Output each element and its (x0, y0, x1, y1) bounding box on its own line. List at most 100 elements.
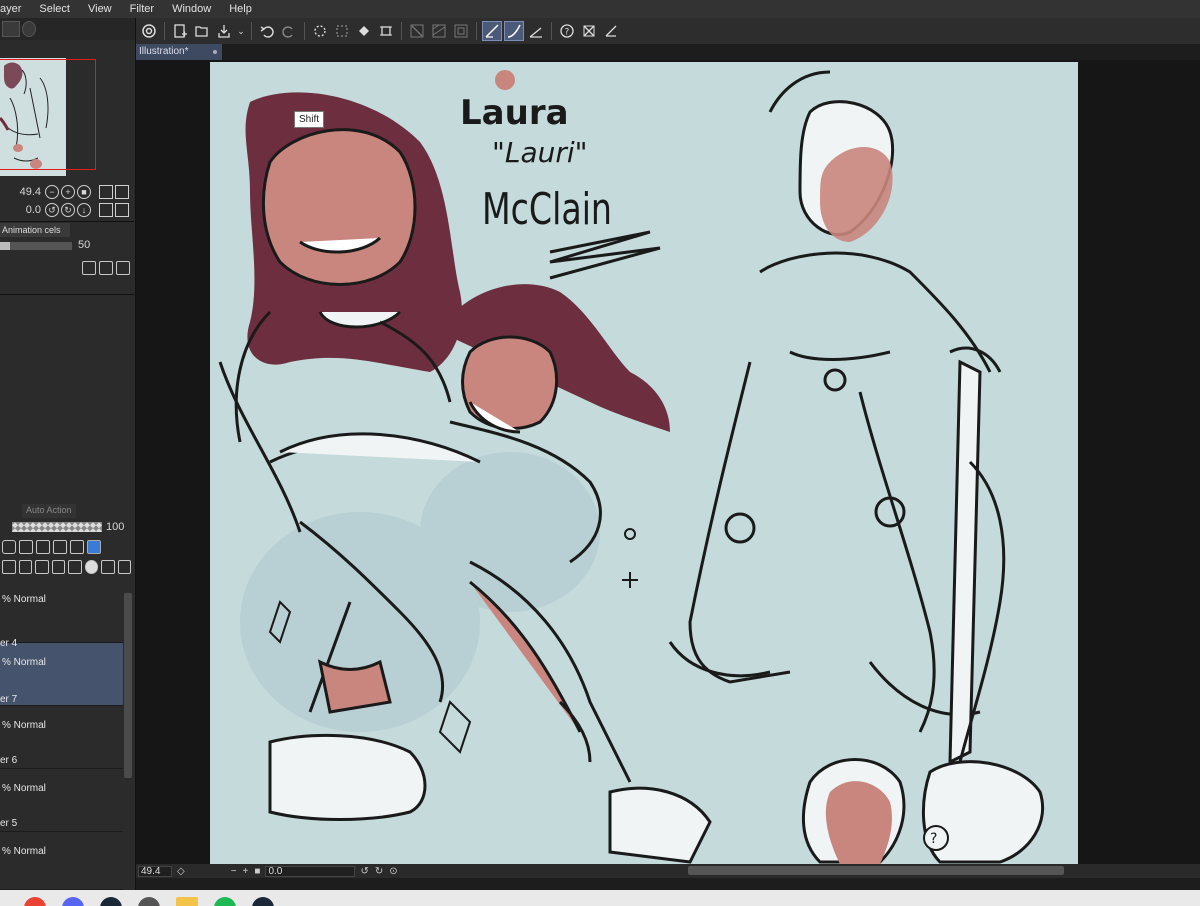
undo-icon[interactable] (257, 21, 277, 41)
layer-item[interactable]: % Normal er 6 (0, 755, 123, 832)
trash-icon[interactable] (117, 560, 131, 574)
new-cel-icon[interactable] (99, 261, 113, 275)
folder-icon[interactable] (82, 261, 96, 275)
transform-icon[interactable] (376, 21, 396, 41)
discord-icon[interactable] (62, 897, 84, 906)
lock-icon[interactable] (2, 540, 16, 554)
zoom-in-icon[interactable]: + (243, 866, 249, 877)
onion-skin-value[interactable]: 50 (78, 239, 90, 251)
os-taskbar (0, 890, 1200, 906)
reference-layer-icon[interactable] (53, 540, 67, 554)
menu-layer[interactable]: ayer (0, 0, 30, 18)
zoom-out-icon[interactable]: − (231, 866, 237, 877)
menu-view[interactable]: View (79, 0, 121, 18)
zoom-stepper-icon[interactable]: ◇ (177, 866, 185, 877)
cel-settings-icon[interactable] (116, 261, 130, 275)
canvas-area[interactable]: Laura "Lauri" McClain ? Shift (136, 60, 1200, 864)
app-logo-icon[interactable] (139, 21, 159, 41)
actual-size-icon[interactable]: ■ (254, 866, 260, 877)
navigator-tab[interactable] (2, 21, 20, 37)
document-tab-title: Illustration* (139, 46, 189, 57)
navigator-rotation-value[interactable]: 0.0 (0, 204, 44, 216)
layer-list-scrollbar[interactable] (124, 593, 132, 778)
zoom-in-icon[interactable]: + (61, 185, 75, 199)
menu-window[interactable]: Window (163, 0, 220, 18)
fit-screen-icon[interactable] (99, 185, 113, 199)
steam-icon[interactable] (252, 897, 274, 906)
status-zoom-value[interactable]: 49.4 (138, 865, 172, 877)
layer-item[interactable]: % Normal er 7 (0, 694, 123, 769)
open-file-icon[interactable] (192, 21, 212, 41)
navigator-zoom-row: 49.4 − + ■ (0, 183, 134, 201)
menu-filter[interactable]: Filter (121, 0, 163, 18)
fill-icon[interactable] (354, 21, 374, 41)
snap-icon[interactable] (482, 21, 502, 41)
menu-select[interactable]: Select (30, 0, 79, 18)
save-icon[interactable] (214, 21, 234, 41)
flip-vertical-icon[interactable] (115, 203, 129, 217)
new-vector-layer-icon[interactable] (18, 560, 32, 574)
clip-studio-icon[interactable] (138, 897, 160, 906)
lock-transparency-icon[interactable] (19, 540, 33, 554)
new-file-icon[interactable] (170, 21, 190, 41)
layer-color-icon[interactable] (87, 540, 101, 554)
lettering-laura: Laura (460, 93, 569, 133)
steam-icon[interactable] (100, 897, 122, 906)
zoom-out-icon[interactable]: − (45, 185, 59, 199)
layer-name: er 7 (0, 694, 18, 705)
merge-down-icon[interactable] (51, 560, 65, 574)
chevron-down-icon[interactable]: ⌄ (236, 21, 246, 41)
rotate-left-icon[interactable]: ↺ (45, 203, 59, 217)
flip-horizontal-icon[interactable] (99, 203, 113, 217)
menu-help[interactable]: Help (220, 0, 261, 18)
layer-opacity-value[interactable]: 100 (106, 521, 124, 533)
redo-icon[interactable] (279, 21, 299, 41)
new-folder-icon[interactable] (35, 560, 49, 574)
layer-item[interactable]: % Normal er 5 (0, 818, 123, 890)
clip-layer-icon[interactable] (36, 540, 50, 554)
rotate-right-icon[interactable]: ↻ (61, 203, 75, 217)
info-tab[interactable] (22, 21, 36, 37)
pen-pressure-icon[interactable] (504, 21, 524, 41)
clear-selection-icon[interactable] (332, 21, 352, 41)
illustration-canvas[interactable]: Laura "Lauri" McClain ? Shift (210, 62, 1078, 864)
layer-opacity-slider[interactable] (12, 522, 102, 532)
ruler-icon[interactable] (407, 21, 427, 41)
grid-icon[interactable] (429, 21, 449, 41)
draft-layer-icon[interactable] (70, 540, 84, 554)
navigator-zoom-value[interactable]: 49.4 (0, 186, 44, 198)
rotate-right-icon[interactable]: ↻ (375, 866, 383, 877)
reset-rotation-icon[interactable]: ↓ (77, 203, 91, 217)
key-tooltip: Shift (294, 111, 325, 128)
settings-icon[interactable] (579, 21, 599, 41)
rotate-left-icon[interactable]: ↺ (360, 866, 368, 877)
reset-rotation-icon[interactable]: ⊙ (389, 866, 397, 877)
loading-icon[interactable] (310, 21, 330, 41)
layer-item-selected[interactable]: % Normal er 4 (0, 638, 123, 706)
frame-icon[interactable] (451, 21, 471, 41)
pen-settings-icon[interactable] (601, 21, 621, 41)
onion-skin-slider[interactable] (0, 242, 72, 250)
new-raster-layer-icon[interactable] (2, 560, 16, 574)
clip-studio-window: ayer Select View Filter Window Help ⌄ ? (0, 0, 1200, 906)
document-tab[interactable]: Illustration* (136, 44, 222, 60)
actual-size-icon[interactable]: ■ (77, 185, 91, 199)
fit-window-icon[interactable] (115, 185, 129, 199)
close-tab-icon[interactable] (213, 50, 217, 54)
chrome-icon[interactable] (24, 897, 46, 906)
layer-options-icon[interactable] (101, 560, 115, 574)
mask-icon[interactable] (84, 560, 98, 574)
auto-action-tab[interactable]: Auto Action (22, 504, 76, 518)
sketch-artwork: Laura "Lauri" McClain ? (218, 70, 1045, 864)
navigator-view-frame[interactable] (0, 59, 96, 170)
animation-cels-tab[interactable]: Animation cels (0, 223, 70, 237)
stabilizer-icon[interactable] (526, 21, 546, 41)
status-rotation-value[interactable]: 0.0 (265, 865, 356, 877)
copy-layer-icon[interactable] (68, 560, 82, 574)
canvas-horizontal-scrollbar[interactable] (688, 866, 1064, 875)
lettering-lauri: "Lauri" (492, 136, 588, 169)
spotify-icon[interactable] (214, 897, 236, 906)
layer-item[interactable]: % Normal (0, 580, 123, 643)
folder-icon[interactable] (176, 897, 198, 906)
help-icon[interactable]: ? (557, 21, 577, 41)
